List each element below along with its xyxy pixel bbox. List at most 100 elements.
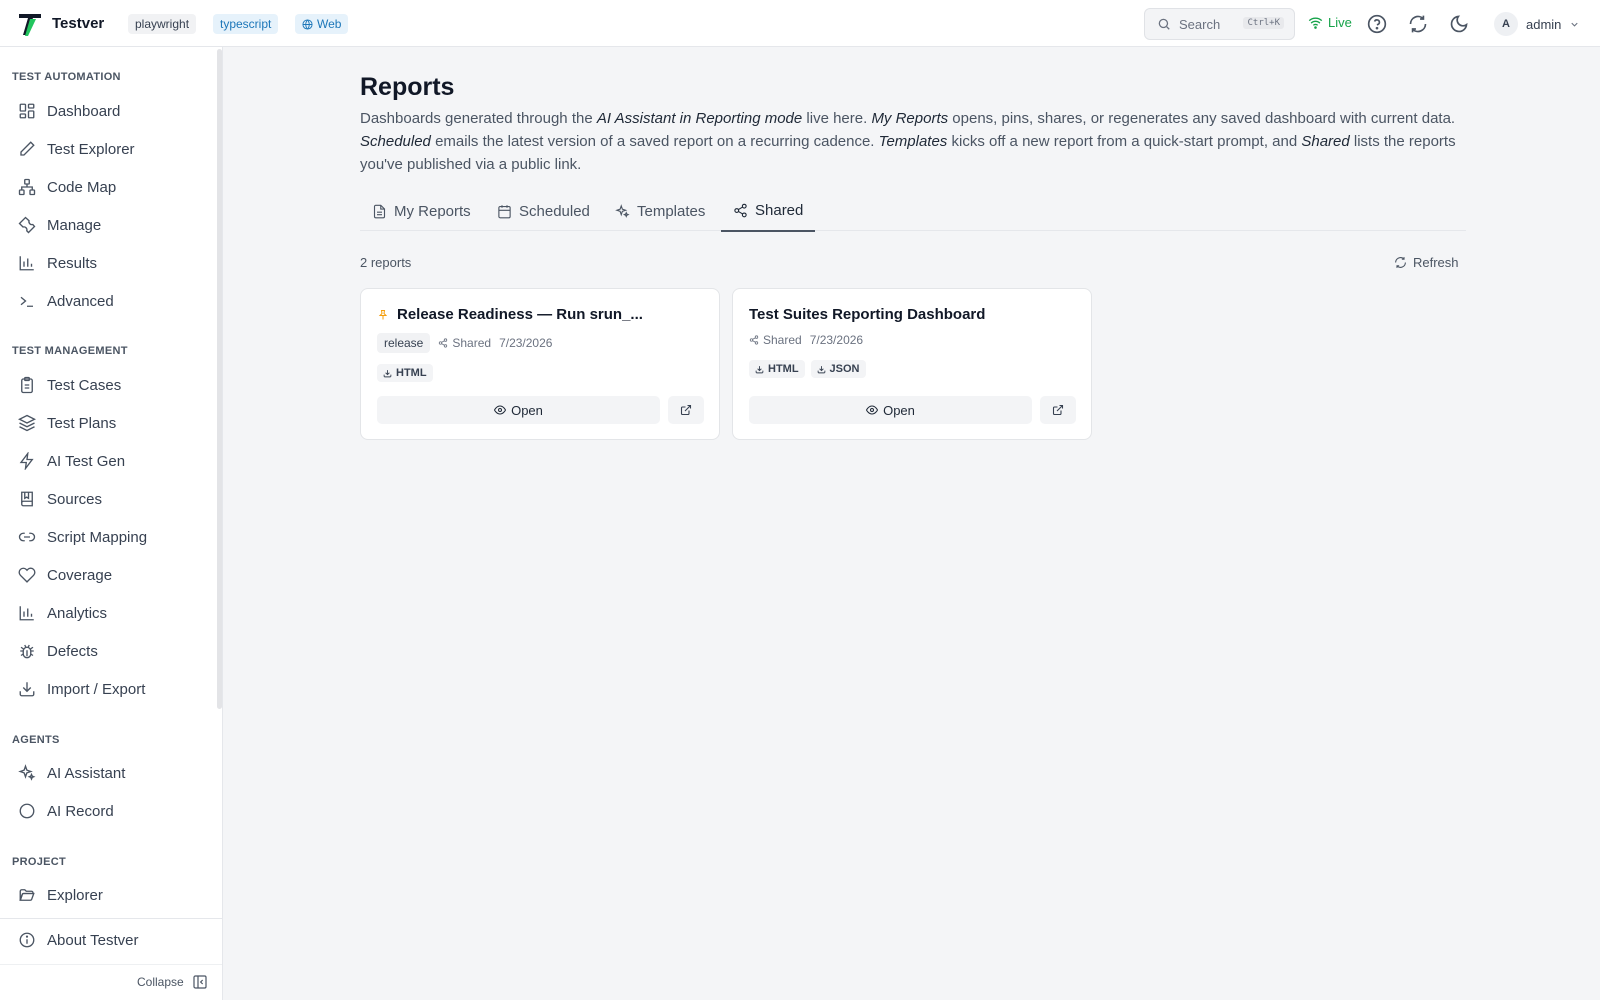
download-icon — [19, 682, 35, 697]
pin-icon — [378, 309, 388, 319]
tab-my-reports[interactable]: My Reports — [360, 191, 483, 231]
sidebar-item-label: Test Plans — [47, 414, 117, 432]
external-link-icon — [1052, 404, 1064, 416]
report-count: 2 reports — [360, 255, 412, 270]
report-title-text: Test Suites Reporting Dashboard — [749, 306, 986, 323]
bug-icon — [20, 644, 34, 659]
eye-icon — [866, 405, 879, 415]
open-external-button[interactable] — [1040, 396, 1076, 424]
report-title-text: Release Readiness — Run srun_... — [397, 306, 643, 323]
download-html-button[interactable]: HTML — [377, 364, 433, 382]
sidebar-item-dashboard[interactable]: Dashboard — [8, 95, 208, 127]
language-chip: typescript — [213, 14, 279, 34]
open-external-button[interactable] — [668, 396, 704, 424]
folder-open-icon — [19, 889, 35, 901]
sidebar-item-ai-assistant[interactable]: AI Assistant — [8, 757, 208, 789]
sidebar-item-advanced[interactable]: Advanced — [8, 285, 208, 317]
user-menu[interactable]: A admin — [1494, 12, 1580, 36]
report-date: 7/23/2026 — [809, 333, 864, 347]
link-icon — [18, 532, 36, 542]
report-meta: Shared 7/23/2026 — [749, 333, 863, 347]
sparkle-icon — [18, 764, 36, 781]
search-icon — [1158, 18, 1170, 30]
sidebar-item-explorer[interactable]: Explorer — [8, 879, 208, 911]
report-card[interactable]: Test Suites Reporting Dashboard Shared 7… — [732, 288, 1092, 440]
document-icon — [373, 204, 386, 218]
sidebar-item-test-plans[interactable]: Test Plans — [8, 407, 208, 439]
sidebar-item-label: About Testver — [47, 931, 139, 949]
lightning-icon — [19, 452, 34, 470]
shared-status: Shared — [438, 336, 491, 350]
download-icon — [817, 365, 825, 373]
sidebar-item-code-map[interactable]: Code Map — [8, 171, 208, 203]
live-label: Live — [1328, 15, 1352, 30]
globe-icon — [302, 18, 313, 30]
report-date: 7/23/2026 — [499, 336, 553, 350]
main-content: Reports Dashboards generated through the… — [224, 47, 1600, 1000]
sidebar: TEST AUTOMATION Dashboard Test Explorer … — [0, 47, 223, 1000]
section-title-agents: AGENTS — [12, 734, 60, 746]
chevron-down-icon — [1571, 22, 1579, 27]
tab-shared[interactable]: Shared — [721, 191, 816, 232]
wifi-icon — [1308, 17, 1323, 29]
sidebar-scrollbar[interactable] — [217, 49, 222, 709]
avatar: A — [1494, 12, 1518, 36]
search-label: Search — [1179, 16, 1221, 32]
section-title-project: PROJECT — [12, 856, 67, 868]
sidebar-item-import-export[interactable]: Import / Export — [8, 673, 208, 705]
sidebar-item-label: Results — [47, 254, 98, 272]
app-name[interactable]: Testver — [52, 15, 104, 32]
open-report-button[interactable]: Open — [377, 396, 660, 424]
book-icon — [21, 491, 33, 507]
open-label: Open — [511, 402, 543, 418]
sidebar-item-test-explorer[interactable]: Test Explorer — [8, 133, 208, 165]
platform-chip-label: Web — [317, 17, 342, 31]
sidebar-item-defects[interactable]: Defects — [8, 635, 208, 667]
collapse-sidebar-button[interactable]: Collapse — [137, 974, 208, 990]
download-formats: HTML JSON — [749, 360, 866, 378]
shared-label: Shared — [452, 336, 492, 350]
sidebar-item-test-cases[interactable]: Test Cases — [8, 369, 208, 401]
refresh-label: Refresh — [1413, 255, 1459, 270]
download-json-button[interactable]: JSON — [810, 360, 866, 378]
sidebar-item-results[interactable]: Results — [8, 247, 208, 279]
share-icon — [734, 203, 747, 218]
sidebar-item-ai-record[interactable]: AI Record — [8, 795, 208, 827]
tab-scheduled[interactable]: Scheduled — [485, 191, 602, 231]
section-title-test-automation: TEST AUTOMATION — [12, 71, 121, 83]
wrench-icon — [18, 216, 36, 234]
tab-templates[interactable]: Templates — [603, 191, 717, 231]
help-icon[interactable] — [1367, 14, 1387, 34]
report-title[interactable]: Test Suites Reporting Dashboard — [749, 306, 985, 323]
sparkle-icon — [615, 203, 630, 218]
refresh-button[interactable]: Refresh — [1394, 255, 1459, 270]
collapse-label: Collapse — [137, 975, 184, 989]
report-card[interactable]: Release Readiness — Run srun_... release… — [360, 288, 720, 440]
testver-logo-icon[interactable] — [16, 10, 44, 38]
download-html-button[interactable]: HTML — [749, 360, 805, 378]
download-formats: HTML — [377, 364, 433, 382]
sidebar-item-analytics[interactable]: Analytics — [8, 597, 208, 629]
download-icon — [755, 365, 764, 373]
live-status[interactable]: Live — [1308, 15, 1352, 30]
sync-icon[interactable] — [1408, 14, 1428, 34]
search-button[interactable]: Search Ctrl+K — [1144, 8, 1295, 40]
tab-label: My Reports — [394, 202, 471, 220]
sidebar-item-label: Dashboard — [47, 102, 121, 120]
sidebar-item-label: AI Assistant — [47, 764, 126, 782]
open-report-button[interactable]: Open — [749, 396, 1032, 424]
sidebar-item-coverage[interactable]: Coverage — [8, 559, 208, 591]
sidebar-item-sources[interactable]: Sources — [8, 483, 208, 515]
sidebar-item-manage[interactable]: Manage — [8, 209, 208, 241]
sidebar-item-about[interactable]: About Testver — [8, 924, 208, 956]
panel-collapse-icon — [193, 975, 207, 989]
sidebar-item-script-mapping[interactable]: Script Mapping — [8, 521, 208, 553]
moon-icon[interactable] — [1449, 14, 1469, 34]
sidebar-item-label: AI Record — [47, 802, 114, 820]
sidebar-item-ai-test-gen[interactable]: AI Test Gen — [8, 445, 208, 477]
external-link-icon — [680, 404, 692, 416]
top-header: Testver playwright typescript Web Search… — [0, 0, 1600, 47]
report-title[interactable]: Release Readiness — Run srun_... — [377, 306, 643, 323]
sidebar-item-label: Import / Export — [47, 680, 146, 698]
share-icon — [439, 338, 448, 348]
